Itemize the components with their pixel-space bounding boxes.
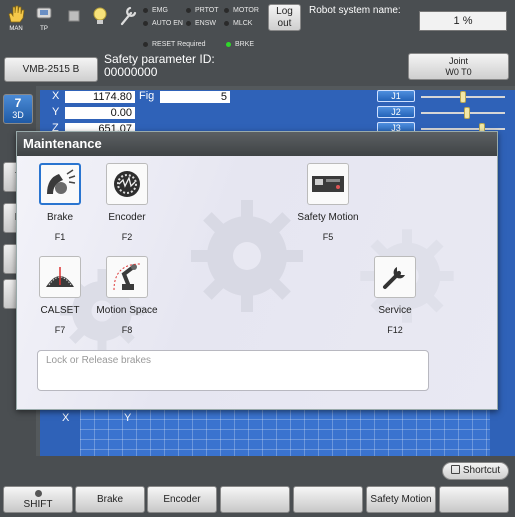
y-axis-label: Y [124,412,132,424]
fkey-empty-button-1[interactable] [220,486,290,513]
slider-thumb[interactable] [460,91,466,103]
status-bar: MAN TP EMG PRTOT MOTOR AUTO EN ENSW MLCK… [0,0,515,37]
indicator-brke: BRKE [226,41,254,48]
fkey-empty-button-2[interactable] [293,486,363,513]
x-axis-label: X [62,412,70,424]
indicator-dot [224,7,229,13]
calset-tile[interactable] [39,256,81,298]
function-key: F2 [121,232,133,242]
function-motion-space[interactable]: Motion Space F8 [87,256,167,335]
grid-floor [80,410,490,456]
manual-mode-hand-icon[interactable]: MAN [4,4,28,34]
view-3d-button[interactable]: 7 3D [3,94,33,124]
robot-arm-icon [113,263,141,291]
cube-icon: 7 [14,96,22,110]
indicator-dot [143,41,148,47]
teach-pendant-icon[interactable]: TP [32,4,56,34]
indicator-motor: MOTOR [224,7,259,14]
function-name: Encoder [108,212,146,223]
y-coord-label: Y [52,106,60,118]
indicator-dot [186,20,191,26]
brake-tile[interactable] [39,163,81,205]
wrench-icon [383,267,405,289]
shortcut-button[interactable]: Shortcut [442,462,509,480]
joint-j2-button[interactable]: J2 [377,106,415,118]
function-key: F5 [322,232,334,242]
shift-indicator-icon [34,490,42,497]
indicator-mlck: MLCK [224,20,252,27]
motion-space-tile[interactable] [106,256,148,298]
lightbulb-icon[interactable] [88,4,112,34]
dialog-body: Brake F1 Encoder F2 Safety Motion F5 CAL… [17,156,497,409]
indicator-dot [143,7,148,13]
function-description-box: Lock or Release brakes [37,350,429,391]
indicator-reset-required: RESET Required [143,41,206,48]
shift-button[interactable]: SHIFT [3,486,73,513]
joint-j3-slider[interactable] [421,123,505,135]
function-service[interactable]: Service F12 [355,256,435,335]
fkey-encoder-button[interactable]: Encoder [147,486,217,513]
fkey-empty-button-3[interactable] [439,486,509,513]
shortcut-icon [450,465,460,474]
service-tile[interactable] [374,256,416,298]
safety-motion-tile[interactable] [307,163,349,205]
joint-mode-label: Joint [448,56,468,66]
maintenance-dialog: Maintenance Brake F1 Encoder F2 Safety M… [16,131,498,410]
x-coord-label: X [52,90,60,102]
indicator-auto-en: AUTO EN [143,20,183,27]
wrench-icon[interactable] [116,4,140,34]
indicator-ensw: ENSW [186,20,216,27]
indicator-dot [224,20,229,26]
joint-j1-slider[interactable] [421,91,505,103]
safety-controller-icon [312,176,344,192]
joint-mode-button[interactable]: Joint W0 T0 [408,53,509,80]
indicator-prtot: PRTOT [186,7,218,14]
progress-indicator: 1 % [419,11,507,31]
fig-label: Fig [139,90,155,102]
joint-j1-button[interactable]: J1 [377,90,415,102]
function-encoder[interactable]: Encoder F2 [87,163,167,242]
fkey-safety-motion-button[interactable]: Safety Motion [366,486,436,513]
joint-tool-work-label: W0 T0 [445,67,472,77]
encoder-icon [114,171,140,197]
safety-parameter-id: Safety parameter ID: 00000000 [104,53,215,79]
safety-parameter-value: 00000000 [104,65,158,79]
dialog-title: Maintenance [17,132,497,156]
joint-j2-slider[interactable] [421,107,505,119]
encoder-tile[interactable] [106,163,148,205]
brake-icon [47,169,76,194]
slider-thumb[interactable] [463,107,470,119]
robot-system-name-label: Robot system name: [309,5,401,16]
function-key: F8 [121,325,133,335]
bottom-bar: Shortcut SHIFT Brake Encoder Safety Moti… [0,456,515,517]
calset-icon [46,267,74,287]
logout-button[interactable]: Log out [268,4,301,31]
y-coord-value: 0.00 [65,107,135,119]
function-name: Motion Space [96,305,158,316]
indicator-emg: EMG [143,7,168,14]
header: RESET Required BRKE VMB-2515 B Safety pa… [0,37,515,86]
robot-model-button[interactable]: VMB-2515 B [4,57,98,82]
function-name: Service [378,305,412,316]
tp-label: TP [40,26,48,32]
fig-value: 5 [160,91,230,103]
function-name: Safety Motion [297,212,359,223]
indicator-dot-active [226,41,231,47]
mode-label: MAN [9,26,23,32]
function-safety-motion[interactable]: Safety Motion F5 [288,163,368,242]
x-coord-value: 1174.80 [65,91,135,103]
fkey-brake-button[interactable]: Brake [75,486,145,513]
stop-square-icon[interactable] [62,4,86,34]
function-key: F12 [387,325,403,335]
indicator-dot [186,7,191,13]
indicator-dot [143,20,148,26]
